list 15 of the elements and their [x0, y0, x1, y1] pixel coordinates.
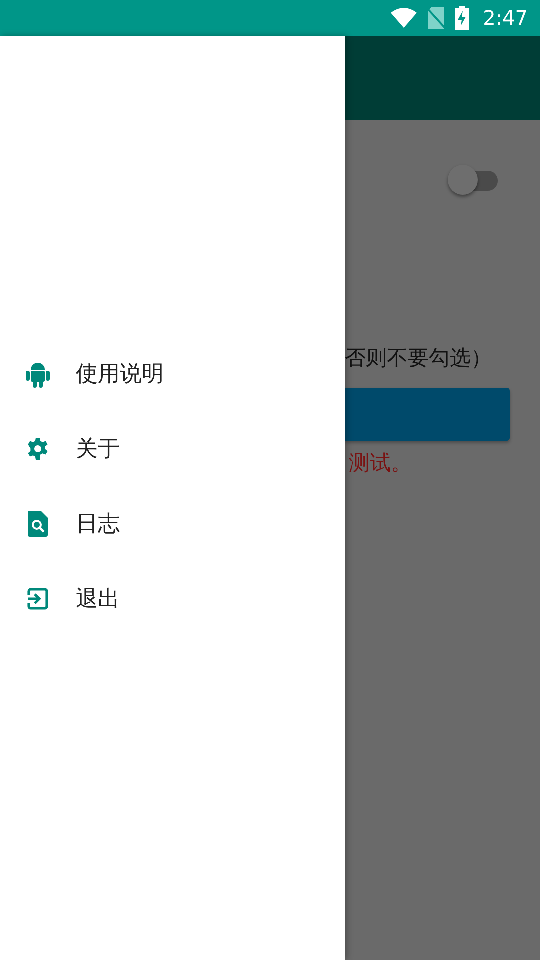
- drawer-item[interactable]: 退出: [0, 561, 345, 636]
- battery-charging-icon: [455, 6, 470, 30]
- settings-icon: [26, 436, 50, 460]
- toggle-switch[interactable]: [448, 164, 500, 194]
- action-button[interactable]: [345, 388, 510, 441]
- hint-text: 否则不要勾选）: [345, 345, 493, 372]
- wifi-icon: [391, 8, 418, 28]
- status-time: 2:47: [483, 6, 528, 30]
- warning-text: 测试。: [348, 450, 413, 477]
- exit-icon: [27, 588, 49, 610]
- no-sim-icon: [427, 7, 446, 29]
- drawer-item[interactable]: 使用说明: [0, 336, 345, 411]
- drawer-item[interactable]: 关于: [0, 411, 345, 486]
- file-search-icon: [28, 510, 48, 536]
- drawer-item[interactable]: 日志: [0, 486, 345, 561]
